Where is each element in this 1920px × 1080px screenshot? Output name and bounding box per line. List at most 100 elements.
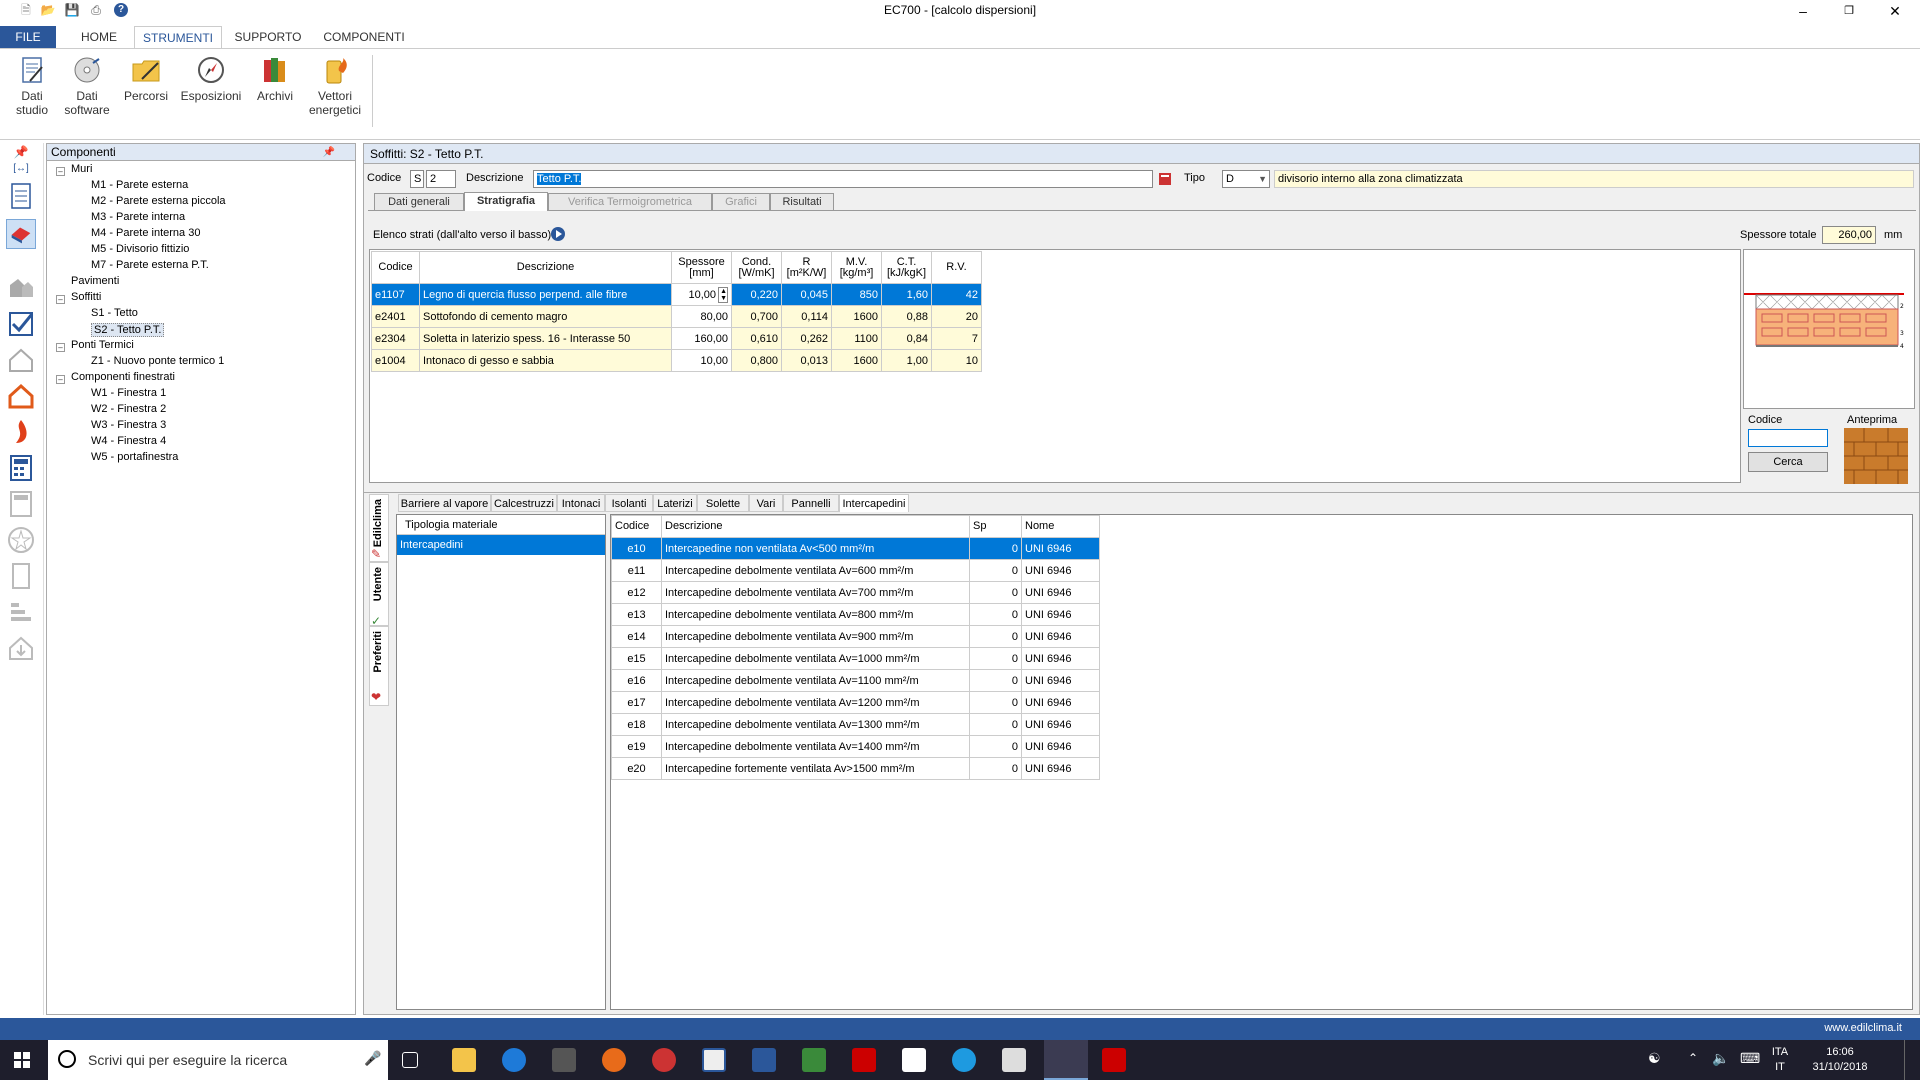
tab-stratigrafia[interactable]: Stratigrafia: [464, 192, 548, 211]
internet-explorer-icon[interactable]: [952, 1048, 976, 1072]
check-icon[interactable]: [6, 309, 36, 339]
col-rv[interactable]: R.V.: [931, 251, 982, 284]
report-icon[interactable]: [6, 561, 36, 591]
microphone-icon[interactable]: 🎤: [364, 1050, 381, 1067]
file-explorer-icon[interactable]: [452, 1048, 476, 1072]
descrizione-field[interactable]: Tetto P.T.: [533, 170, 1153, 188]
material-row[interactable]: e12 Intercapedine debolmente ventilata Av…: [611, 581, 1100, 604]
tree-node-z1[interactable]: Z1 - Nuovo ponte termico 1: [91, 355, 224, 367]
tree-node-ponti-termici[interactable]: Ponti Termici: [71, 339, 134, 351]
edge-icon[interactable]: [502, 1048, 526, 1072]
col-r[interactable]: R [m²K/W]: [781, 251, 832, 284]
material-row[interactable]: e13 Intercapedine debolmente ventilata Av…: [611, 603, 1100, 626]
expand-icon[interactable]: [↔]: [6, 163, 36, 177]
codice-field[interactable]: 2: [426, 170, 456, 188]
layers-icon[interactable]: [6, 597, 36, 627]
app-flame-icon[interactable]: [652, 1048, 676, 1072]
calculator-icon[interactable]: [6, 453, 36, 483]
minimize-button[interactable]: –: [1780, 0, 1826, 22]
cerca-button[interactable]: Cerca: [1748, 452, 1828, 472]
mail-icon[interactable]: [902, 1048, 926, 1072]
lib-tab-intercapedini[interactable]: Intercapedini: [839, 494, 909, 512]
col-ct[interactable]: C.T. [kJ/kgK]: [881, 251, 932, 284]
col-codice[interactable]: Codice: [371, 251, 420, 284]
network-icon[interactable]: ⌨: [1740, 1050, 1760, 1067]
house-gray-icon[interactable]: [6, 345, 36, 375]
lib-tab-calcestruzzi[interactable]: Calcestruzzi: [491, 494, 557, 512]
tab-grafici[interactable]: Grafici: [712, 193, 770, 211]
show-desktop-button[interactable]: [1904, 1040, 1906, 1080]
windows-start-icon[interactable]: [14, 1052, 30, 1068]
layer-spessore[interactable]: 160,00: [671, 327, 732, 350]
acrobat-icon[interactable]: [852, 1048, 876, 1072]
collapse-icon[interactable]: –: [56, 295, 65, 304]
layer-row[interactable]: e2401 Sottofondo di cemento magro 80,00 …: [371, 305, 982, 328]
collapse-icon[interactable]: –: [56, 375, 65, 384]
tab-risultati[interactable]: Risultati: [770, 193, 834, 211]
task-view-icon[interactable]: [402, 1052, 418, 1068]
lib-tab-barriere[interactable]: Barriere al vapore: [398, 494, 491, 512]
col-codice[interactable]: Codice: [611, 515, 662, 538]
layer-row[interactable]: e1004 Intonaco di gesso e sabbia 10,00 0…: [371, 349, 982, 372]
material-row[interactable]: e18 Intercapedine debolmente ventilata Av…: [611, 713, 1100, 736]
col-mv[interactable]: M.V. [kg/m³]: [831, 251, 882, 284]
material-row[interactable]: e16 Intercapedine debolmente ventilata Av…: [611, 669, 1100, 692]
volume-muted-icon[interactable]: 🔈: [1712, 1050, 1729, 1067]
spinner-icon[interactable]: ▲ ▼: [718, 286, 728, 303]
flame-icon[interactable]: [6, 417, 36, 447]
house-arrow-icon[interactable]: [6, 633, 36, 663]
house-red-icon[interactable]: [6, 381, 36, 411]
lib-tab-solette[interactable]: Solette: [697, 494, 749, 512]
layer-row[interactable]: e1107 Legno di quercia flusso perpend. a…: [371, 283, 982, 306]
collapse-icon[interactable]: –: [56, 167, 65, 176]
layer-row[interactable]: e2304 Soletta in laterizio spess. 16 - I…: [371, 327, 982, 350]
tab-componenti[interactable]: COMPONENTI: [316, 26, 412, 48]
restore-button[interactable]: ❐: [1826, 0, 1872, 22]
tab-home[interactable]: HOME: [66, 26, 132, 48]
tree-node-m3[interactable]: M3 - Parete interna: [91, 211, 185, 223]
collapse-icon[interactable]: –: [56, 343, 65, 352]
dati-studio-button[interactable]: Dati studio: [8, 55, 56, 117]
tree-node-componenti-finestrati[interactable]: Componenti finestrati: [71, 371, 175, 383]
rooms-icon[interactable]: [6, 273, 36, 303]
taskbar-search-box[interactable]: Scrivi qui per eseguire la ricerca 🎤: [48, 1040, 388, 1080]
esposizioni-button[interactable]: Esposizioni: [180, 55, 242, 103]
layer-spessore-editor[interactable]: 10,00 ▲ ▼: [671, 283, 732, 306]
lib-tab-isolanti[interactable]: Isolanti: [605, 494, 653, 512]
firefox-icon[interactable]: [602, 1048, 626, 1072]
calculator-gray-icon[interactable]: [6, 489, 36, 519]
vettori-energetici-button[interactable]: Vettori energetici: [306, 55, 364, 117]
library-book-icon[interactable]: [1157, 171, 1173, 187]
col-sp[interactable]: Sp: [969, 515, 1022, 538]
pdf-icon[interactable]: [1102, 1048, 1126, 1072]
clock[interactable]: 16:06 31/10/2018: [1808, 1045, 1872, 1075]
archivi-button[interactable]: Archivi: [252, 55, 298, 103]
lib-tab-pannelli[interactable]: Pannelli: [783, 494, 839, 512]
tree-node-m1[interactable]: M1 - Parete esterna: [91, 179, 188, 191]
tree-node-s2-selected[interactable]: S2 - Tetto P.T.: [91, 323, 165, 337]
dati-software-button[interactable]: Dati software: [62, 55, 112, 117]
edilclima-app-icon[interactable]: [702, 1048, 726, 1072]
tree-node-pavimenti[interactable]: Pavimenti: [71, 275, 119, 287]
material-row[interactable]: e20 Intercapedine fortemente ventilata Av…: [611, 757, 1100, 780]
calculator-icon[interactable]: [1002, 1048, 1026, 1072]
tree-node-muri[interactable]: Muri: [71, 163, 92, 175]
material-row[interactable]: e14 Intercapedine debolmente ventilata Av…: [611, 625, 1100, 648]
tree-node-soffitti[interactable]: Soffitti: [71, 291, 101, 303]
d-app-icon[interactable]: [802, 1048, 826, 1072]
play-icon[interactable]: [550, 226, 566, 242]
tree-node-w2[interactable]: W2 - Finestra 2: [91, 403, 166, 415]
tab-dati-generali[interactable]: Dati generali: [374, 193, 464, 211]
material-row[interactable]: e17 Intercapedine debolmente ventilata Av…: [611, 691, 1100, 714]
pin-icon[interactable]: 📌: [323, 144, 335, 161]
material-row[interactable]: e10 Intercapedine non ventilata Av<500 mm…: [611, 537, 1100, 560]
tree-node-s1[interactable]: S1 - Tetto: [91, 307, 138, 319]
layer-spessore[interactable]: 80,00: [671, 305, 732, 328]
tab-verifica-termoigrometrica[interactable]: Verifica Termoigrometrica: [548, 193, 712, 211]
tree-node-w5[interactable]: W5 - portafinestra: [91, 451, 178, 463]
lib-tab-vari[interactable]: Vari: [749, 494, 783, 512]
lib-tab-laterizi[interactable]: Laterizi: [653, 494, 697, 512]
language-indicator[interactable]: ITA IT: [1768, 1045, 1792, 1075]
tree-node-m2[interactable]: M2 - Parete esterna piccola: [91, 195, 226, 207]
tree-node-w3[interactable]: W3 - Finestra 3: [91, 419, 166, 431]
